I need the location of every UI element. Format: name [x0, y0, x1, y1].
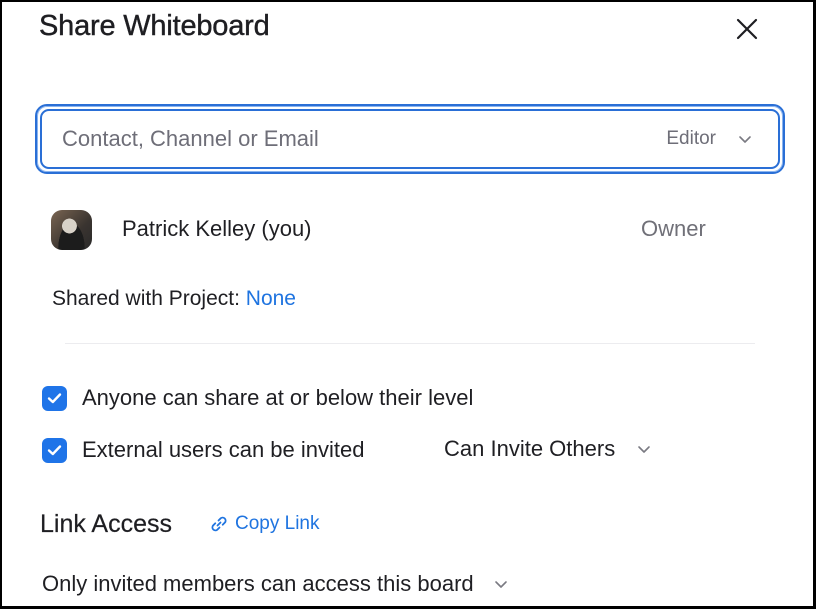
checkmark-icon [47, 445, 62, 456]
external-permission-dropdown[interactable]: Can Invite Others [444, 436, 651, 462]
close-icon [736, 18, 758, 40]
link-access-dropdown[interactable]: Only invited members can access this boa… [42, 571, 508, 597]
option-share-at-level[interactable]: Anyone can share at or below their level [42, 384, 473, 412]
member-row: Patrick Kelley (you) Owner [51, 210, 731, 250]
invite-field-container: Editor [35, 104, 785, 174]
dialog-title: Share Whiteboard [39, 10, 270, 42]
avatar [51, 210, 92, 250]
invite-role-dropdown[interactable]: Editor [666, 128, 778, 150]
share-level-label: Anyone can share at or below their level [82, 385, 474, 410]
option-external-users[interactable]: External users can be invited [42, 436, 365, 464]
share-whiteboard-dialog: Share Whiteboard Editor Patrick Kelley (… [0, 0, 816, 609]
close-button[interactable] [734, 16, 760, 42]
chevron-down-icon [494, 580, 507, 588]
external-users-checkbox[interactable] [42, 437, 67, 463]
chevron-down-icon [739, 135, 751, 143]
invite-input[interactable] [42, 110, 667, 168]
external-users-label: External users can be invited [82, 437, 365, 462]
shared-with-project: Shared with Project: None [52, 287, 296, 311]
link-icon [211, 516, 227, 532]
divider [65, 343, 755, 344]
copy-link-button[interactable]: Copy Link [209, 513, 320, 535]
external-permission-label: Can Invite Others [444, 436, 616, 461]
member-role: Owner [641, 216, 706, 241]
link-access-label: Only invited members can access this boa… [42, 571, 474, 596]
project-value-link[interactable]: None [246, 287, 296, 310]
share-level-checkbox[interactable] [42, 385, 67, 411]
member-name: Patrick Kelley (you) [122, 216, 312, 241]
checkmark-icon [47, 393, 62, 404]
project-label: Shared with Project: [52, 287, 240, 310]
copy-link-label: Copy Link [235, 513, 320, 534]
chevron-down-icon [638, 445, 650, 453]
invite-role-label: Editor [666, 128, 716, 149]
link-access-heading: Link Access [40, 510, 173, 538]
invite-field-inner: Editor [40, 109, 780, 169]
